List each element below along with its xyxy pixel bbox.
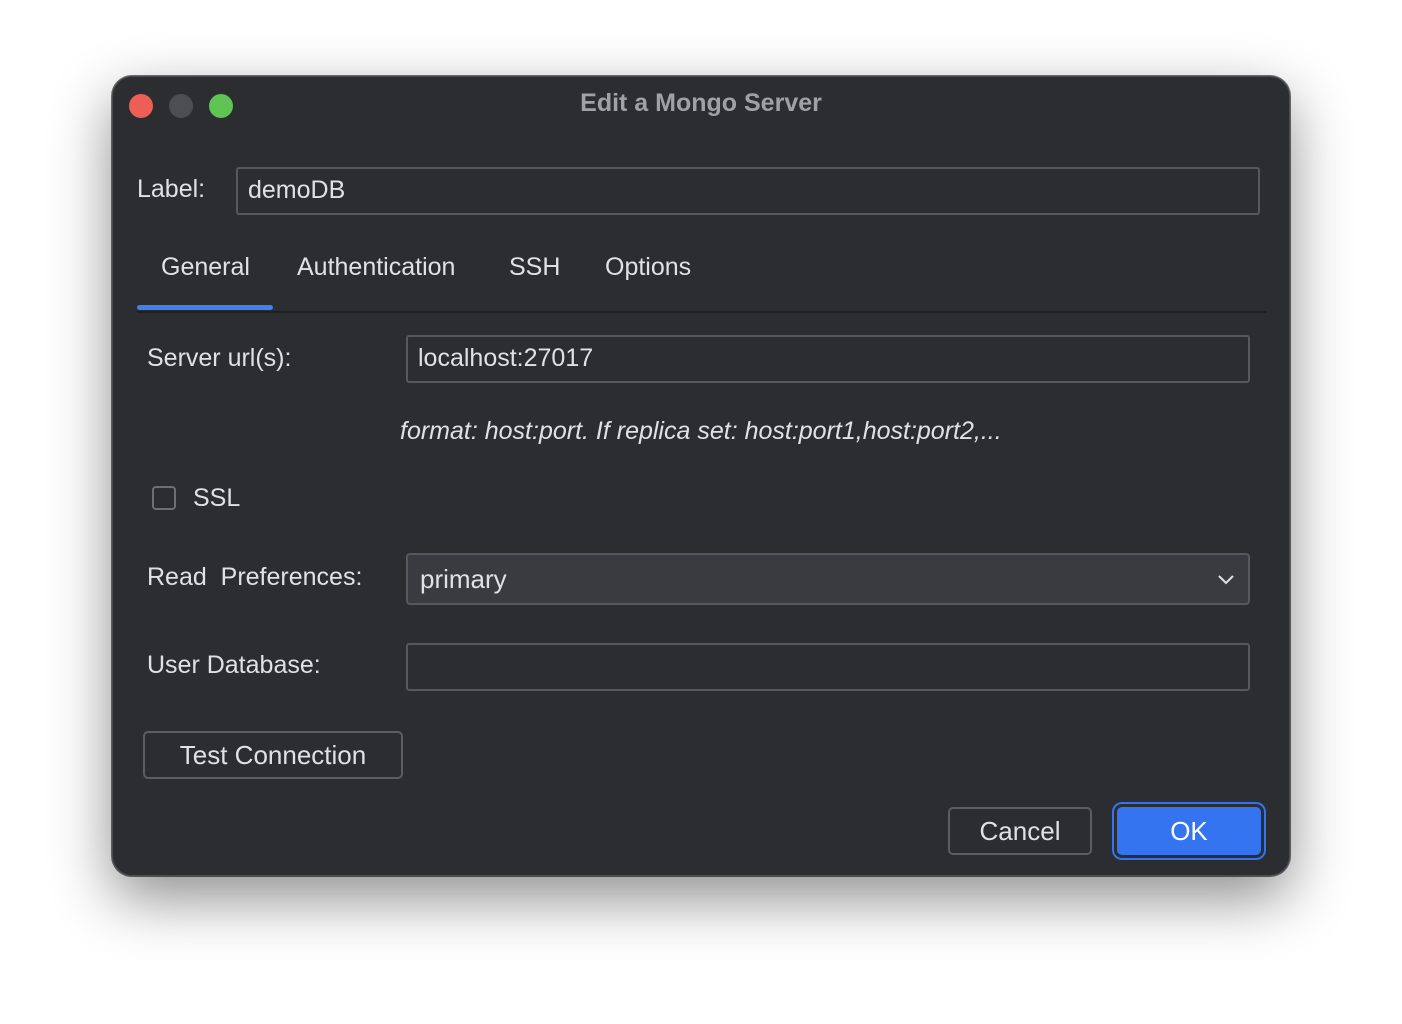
format-hint: format: host:port. If replica set: host:… <box>400 417 1002 445</box>
cancel-button[interactable]: Cancel <box>948 807 1092 855</box>
server-urls-label: Server url(s): <box>147 344 292 372</box>
user-database-input[interactable] <box>406 643 1250 691</box>
ssl-checkbox[interactable] <box>152 486 176 510</box>
label-field-label: Label: <box>137 175 206 203</box>
read-preferences-label: Read Preferences: <box>147 563 363 591</box>
tab-general[interactable]: General <box>161 253 250 282</box>
window-title: Edit a Mongo Server <box>580 89 822 117</box>
edit-mongo-server-dialog: Edit a Mongo Server Label: demoDB Genera… <box>112 76 1290 876</box>
tab-options[interactable]: Options <box>605 253 691 282</box>
test-connection-button[interactable]: Test Connection <box>143 731 403 779</box>
tab-authentication[interactable]: Authentication <box>297 253 455 282</box>
ssl-label[interactable]: SSL <box>193 484 240 513</box>
chevron-down-icon <box>1218 575 1234 585</box>
tab-ssh[interactable]: SSH <box>509 253 560 282</box>
tab-bar: General Authentication SSH Options <box>137 237 1267 313</box>
server-urls-input[interactable]: localhost:27017 <box>406 335 1250 383</box>
read-preferences-value: primary <box>420 564 507 594</box>
ok-button[interactable]: OK <box>1117 807 1261 855</box>
selected-tab-indicator <box>137 305 273 310</box>
label-input[interactable]: demoDB <box>236 167 1260 215</box>
user-database-label: User Database: <box>147 651 321 679</box>
read-preferences-select[interactable]: primary <box>406 553 1250 605</box>
